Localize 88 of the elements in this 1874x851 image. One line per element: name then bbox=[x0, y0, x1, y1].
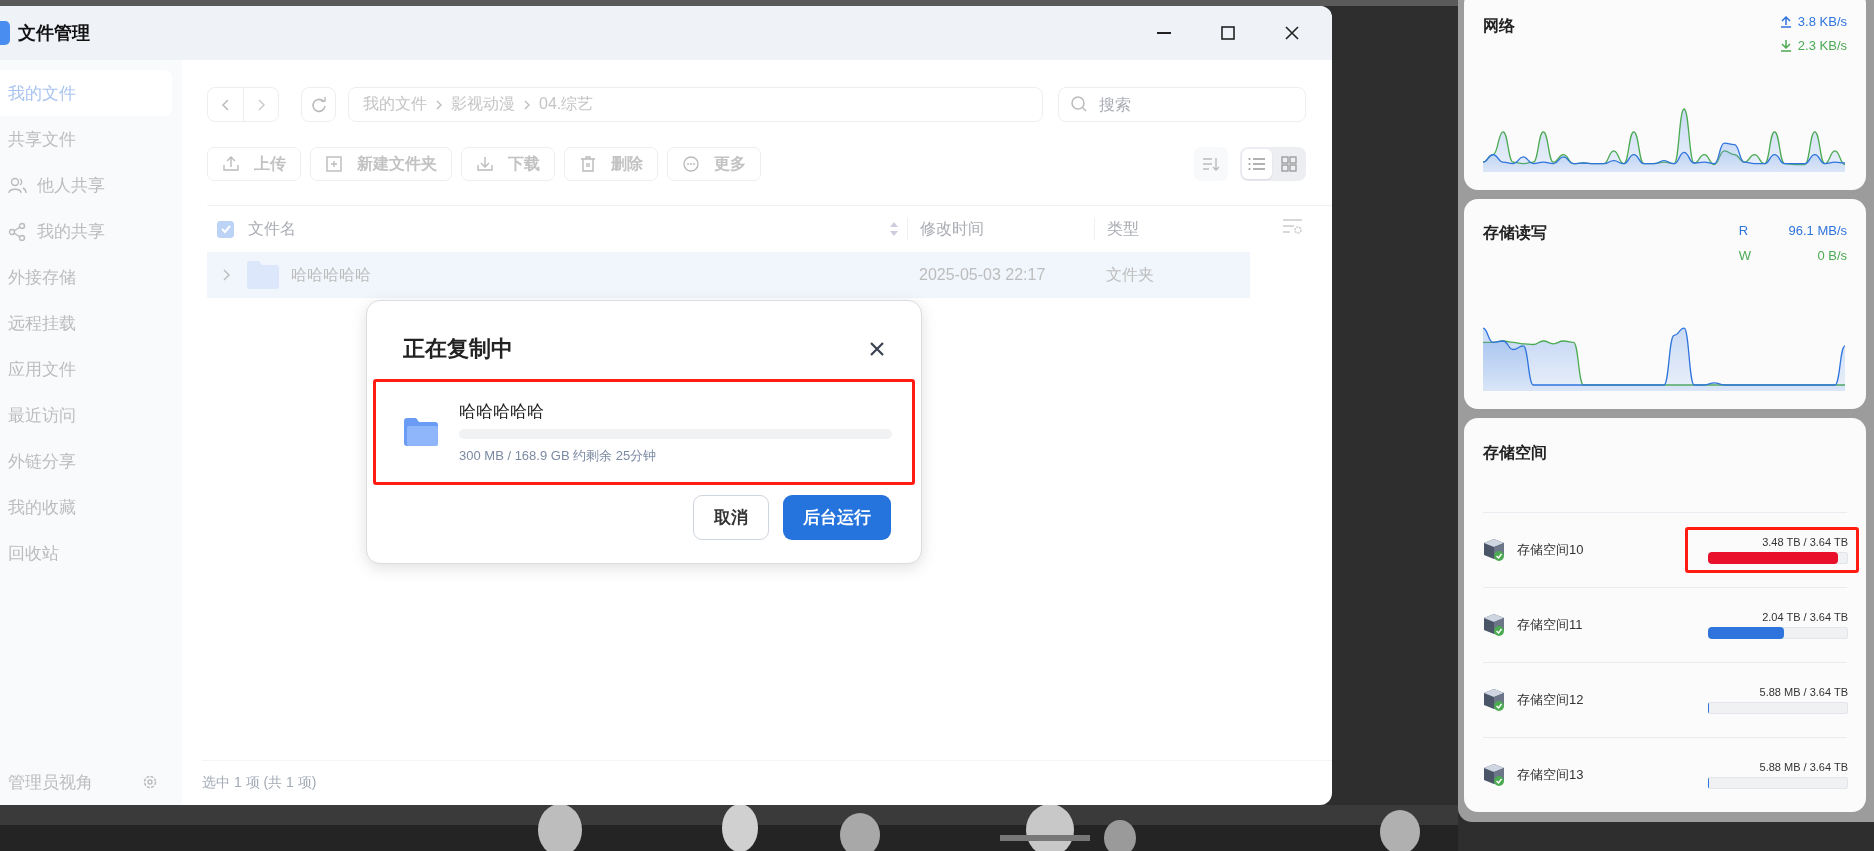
sidebar-item[interactable]: 共享文件 bbox=[0, 116, 172, 162]
sidebar-item[interactable]: 外接存储 bbox=[0, 254, 172, 300]
search-field[interactable]: 搜索 bbox=[1058, 87, 1306, 122]
sidebar-item[interactable]: 我的收藏 bbox=[0, 484, 172, 530]
toolbar-button[interactable]: 更多 bbox=[667, 147, 761, 181]
share-icon bbox=[8, 221, 27, 241]
storage-drive-icon bbox=[1483, 538, 1505, 562]
close-icon bbox=[869, 341, 885, 357]
card-title: 存储空间 bbox=[1483, 443, 1548, 463]
minimize-icon bbox=[1156, 32, 1172, 34]
toolbar-button[interactable]: 删除 bbox=[564, 147, 658, 181]
download-icon bbox=[1779, 39, 1792, 52]
sort-button[interactable] bbox=[1194, 147, 1228, 181]
download-icon bbox=[476, 155, 494, 173]
storage-drive-icon bbox=[1483, 613, 1505, 637]
write-speed: 0 B/s bbox=[1816, 248, 1847, 263]
usage-text: 5.88 MB / 3.64 TB bbox=[1758, 761, 1849, 773]
settings-icon[interactable] bbox=[142, 774, 158, 790]
trash-icon bbox=[579, 155, 597, 173]
file-name: 哈哈哈哈哈 bbox=[291, 264, 371, 285]
folder-icon bbox=[404, 418, 438, 446]
usage-text: 5.88 MB / 3.64 TB bbox=[1758, 686, 1849, 698]
upload-icon bbox=[1779, 15, 1792, 28]
storage-drive-icon bbox=[1483, 763, 1505, 787]
window-title: 文件管理 bbox=[18, 22, 90, 45]
write-label: W bbox=[1738, 248, 1751, 263]
sort-icon[interactable] bbox=[889, 221, 899, 237]
volume-name: 存储空间10 bbox=[1517, 541, 1584, 559]
storage-drive-icon bbox=[1483, 688, 1505, 712]
more-icon bbox=[682, 155, 700, 173]
sidebar-item[interactable]: 回收站 bbox=[0, 530, 172, 576]
search-icon bbox=[1070, 95, 1088, 113]
sidebar-item[interactable]: 外链分享 bbox=[0, 438, 172, 484]
card-title: 存储读写 bbox=[1483, 223, 1547, 243]
breadcrumb-link[interactable]: 我的文件 bbox=[363, 94, 427, 115]
column-header[interactable]: 修改时间 bbox=[920, 218, 984, 240]
expand-icon[interactable] bbox=[221, 268, 231, 282]
column-header[interactable]: 类型 bbox=[1107, 218, 1139, 240]
chevron-icon bbox=[435, 98, 443, 111]
status-text: 选中 1 项 (共 1 项) bbox=[202, 760, 1332, 805]
refresh-icon bbox=[309, 95, 328, 114]
volume-name: 存储空间11 bbox=[1517, 616, 1583, 634]
sidebar-item[interactable]: 远程挂载 bbox=[0, 300, 172, 346]
breadcrumb-link[interactable]: 04.综艺 bbox=[539, 94, 594, 115]
new-folder-icon bbox=[325, 155, 343, 173]
read-label: R bbox=[1738, 223, 1750, 238]
sidebar-item[interactable]: 我的共享 bbox=[0, 208, 172, 254]
grid-icon bbox=[1281, 156, 1297, 172]
people-icon bbox=[8, 175, 27, 195]
toolbar-button[interactable]: 新建文件夹 bbox=[310, 147, 452, 181]
table-row[interactable]: 哈哈哈哈哈 2025-05-03 22:17 文件夹 bbox=[207, 252, 1250, 298]
chevron-icon bbox=[523, 98, 531, 111]
sidebar-item[interactable]: 应用文件 bbox=[0, 346, 172, 392]
usage-text: 2.04 TB / 3.64 TB bbox=[1761, 611, 1849, 623]
admin-view-label: 管理员视角 bbox=[8, 771, 93, 794]
upload-icon bbox=[222, 155, 240, 173]
refresh-button[interactable] bbox=[301, 87, 336, 122]
cancel-button[interactable]: 取消 bbox=[693, 495, 769, 540]
run-in-background-button[interactable]: 后台运行 bbox=[783, 495, 891, 540]
maximize-icon bbox=[1220, 25, 1236, 41]
dialog-title: 正在复制中 bbox=[403, 335, 513, 363]
sidebar-item[interactable]: 我的文件 bbox=[0, 70, 172, 116]
chevron-right-icon bbox=[256, 97, 266, 112]
app-logo-icon bbox=[0, 21, 10, 45]
table-cell: 2025-05-03 22:17 bbox=[919, 266, 1046, 284]
usage-text: 3.48 TB / 3.64 TB bbox=[1761, 536, 1849, 548]
select-all-checkbox[interactable] bbox=[217, 220, 234, 238]
toolbar-button[interactable]: 下载 bbox=[461, 147, 555, 181]
download-speed: 2.3 KB/s bbox=[1797, 38, 1847, 53]
sidebar-item[interactable]: 最近访问 bbox=[0, 392, 172, 438]
volume-name: 存储空间12 bbox=[1517, 691, 1584, 709]
column-header[interactable]: 文件名 bbox=[248, 218, 296, 240]
card-title: 网络 bbox=[1483, 16, 1515, 36]
chevron-left-icon bbox=[220, 97, 231, 112]
upload-speed: 3.8 KB/s bbox=[1797, 14, 1847, 29]
breadcrumb-link[interactable]: 影视动漫 bbox=[451, 94, 515, 115]
column-settings-icon[interactable] bbox=[1282, 217, 1304, 235]
toolbar-button[interactable]: 上传 bbox=[207, 147, 301, 181]
list-icon bbox=[1248, 156, 1266, 172]
sort-icon bbox=[1202, 156, 1220, 172]
progress-text: 300 MB / 168.9 GB 约剩余 25分钟 bbox=[459, 446, 658, 465]
sidebar-item[interactable]: 他人共享 bbox=[0, 162, 172, 208]
file-name: 哈哈哈哈哈 bbox=[459, 400, 545, 423]
read-speed: 96.1 MB/s bbox=[1787, 223, 1847, 238]
close-icon bbox=[1284, 25, 1300, 41]
table-cell-text: 文件夹 bbox=[1106, 264, 1154, 285]
list-view-button[interactable] bbox=[1242, 149, 1272, 179]
volume-name: 存储空间13 bbox=[1517, 766, 1584, 784]
